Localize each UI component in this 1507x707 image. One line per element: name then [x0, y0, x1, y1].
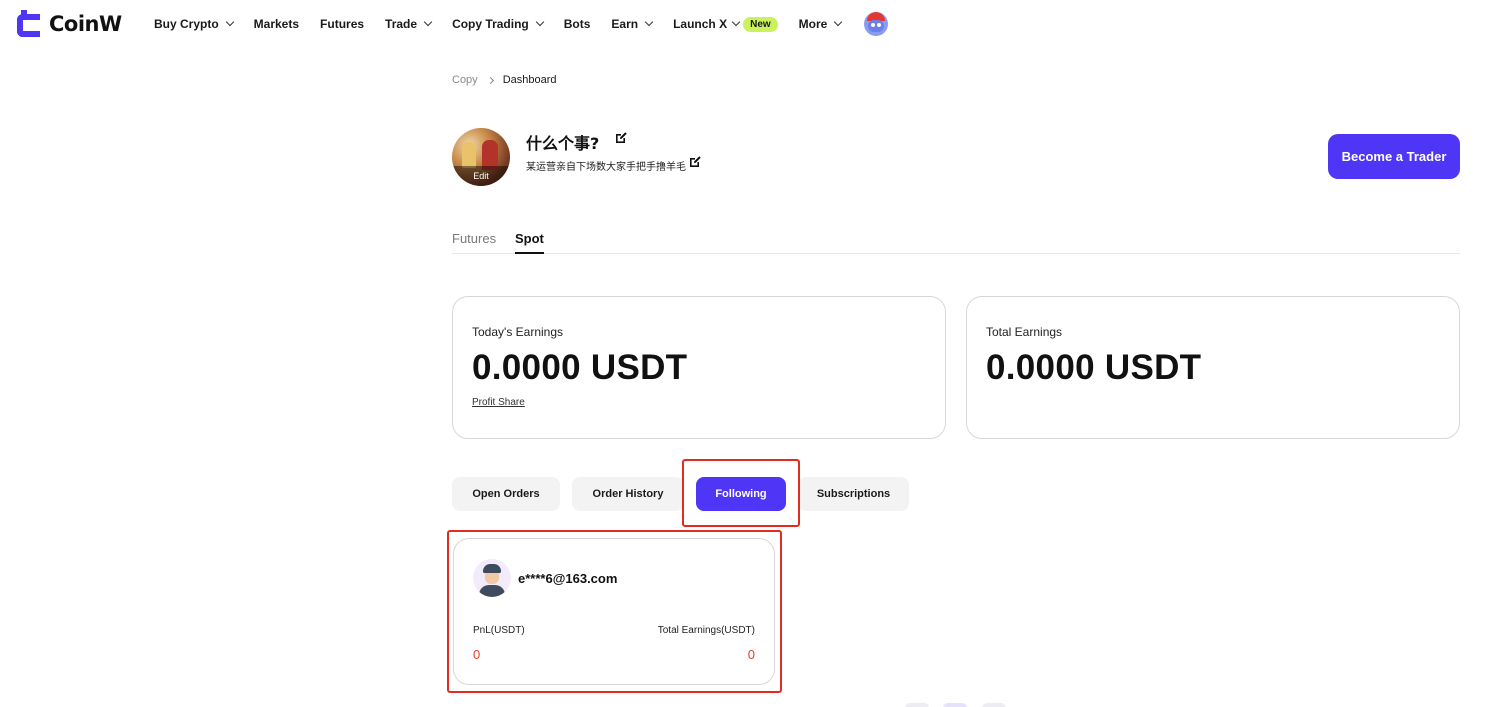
user-avatar-icon[interactable] [864, 12, 889, 36]
breadcrumb-copy-link[interactable]: Copy [452, 74, 478, 86]
breadcrumb: Copy Dashboard [452, 74, 557, 86]
brand-name: CoinW [49, 11, 122, 36]
active-tab-indicator [515, 252, 544, 254]
coinw-logo-icon [17, 10, 40, 37]
top-navigation: CoinW Buy Crypto Markets Futures Trade C… [0, 0, 1507, 48]
nav-item-label: Copy Trading [452, 17, 529, 31]
highlight-annotation-following-card [447, 530, 782, 693]
total-earnings-label: Total Earnings [986, 325, 1063, 339]
nav-item-markets[interactable]: Markets [254, 17, 299, 31]
profile-bio: 某运营亲自下场数大家手把手撸羊毛 [526, 162, 686, 173]
nav-item-launch-x[interactable]: Launch X New [673, 16, 778, 32]
nav-item-earn[interactable]: Earn [611, 17, 654, 31]
tab-open-orders[interactable]: Open Orders [452, 477, 560, 511]
nav-item-label: Earn [611, 17, 639, 31]
pagination-dot[interactable] [905, 703, 929, 707]
tab-spot-label: Spot [515, 231, 544, 246]
highlight-annotation-following-tab [682, 459, 800, 527]
nav-item-label: Markets [253, 17, 300, 31]
brand-logo[interactable]: CoinW [17, 10, 122, 37]
chevron-right-icon [486, 76, 494, 84]
nav-item-futures[interactable]: Futures [320, 17, 364, 31]
tab-futures[interactable]: Futures [452, 231, 496, 246]
nav-item-label: Buy Crypto [154, 17, 219, 31]
tab-subscriptions[interactable]: Subscriptions [798, 477, 909, 511]
market-tabs: Futures Spot [452, 230, 1460, 254]
todays-earnings-value: 0.0000 USDT [472, 348, 688, 387]
new-badge: New [743, 16, 778, 32]
become-a-trader-button[interactable]: Become a Trader [1328, 134, 1460, 179]
nav-item-copy-trading[interactable]: Copy Trading [452, 17, 544, 31]
nav-item-more[interactable]: More [798, 17, 843, 31]
chevron-down-icon [731, 17, 741, 27]
nav-item-label: More [798, 17, 828, 31]
total-earnings-value: 0.0000 USDT [986, 348, 1202, 387]
pagination-dot[interactable] [982, 703, 1006, 707]
breadcrumb-current: Dashboard [502, 74, 557, 86]
chevron-down-icon [423, 17, 433, 27]
total-earnings-card: Total Earnings 0.0000 USDT [966, 296, 1460, 439]
tab-order-history[interactable]: Order History [572, 477, 684, 511]
nav-menu: Buy Crypto Markets Futures Trade Copy Tr… [154, 0, 889, 48]
edit-name-icon[interactable] [614, 131, 628, 145]
nav-item-label: Futures [320, 17, 365, 31]
chevron-down-icon [225, 17, 234, 27]
nav-item-buy-crypto[interactable]: Buy Crypto [154, 17, 234, 31]
profit-share-link[interactable]: Profit Share [472, 397, 525, 408]
chevron-down-icon [834, 17, 843, 27]
nav-item-label: Trade [385, 17, 418, 31]
nav-item-trade[interactable]: Trade [385, 17, 433, 31]
todays-earnings-card: Today's Earnings 0.0000 USDT Profit Shar… [452, 296, 946, 439]
profile-avatar[interactable]: Edit [452, 128, 510, 186]
todays-earnings-label: Today's Earnings [472, 325, 564, 339]
chevron-down-icon [535, 17, 544, 27]
profile-nickname: 什么个事? [526, 134, 600, 153]
edit-bio-icon[interactable] [688, 155, 702, 169]
chevron-down-icon [644, 17, 654, 27]
nav-item-label: Bots [563, 17, 591, 31]
nav-item-label: Launch X [673, 17, 728, 31]
pagination-dot[interactable] [943, 703, 967, 707]
tab-spot[interactable]: Spot [515, 231, 544, 254]
nav-item-bots[interactable]: Bots [564, 17, 591, 31]
avatar-edit-label: Edit [473, 171, 489, 181]
